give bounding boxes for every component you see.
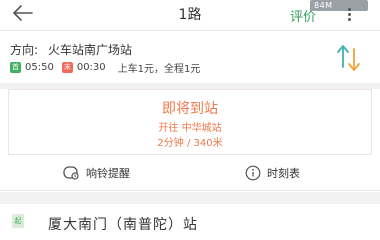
action-bar: 响铃提醒 时刻表 (0, 155, 380, 191)
status-indicator: 84M (310, 0, 368, 11)
service-times: 首 05:50 末 00:30 上车1元，全程1元 (10, 60, 200, 75)
more-dots-icon (347, 8, 351, 11)
more-menu-button[interactable] (344, 6, 354, 26)
direction-line: 方向: 火车站南广场站 (10, 41, 132, 58)
start-stop-badge: 起 (12, 214, 24, 228)
arrival-card: 即将到站 开往 中华城站 2分钟 / 340米 (8, 89, 372, 155)
info-icon (245, 165, 261, 181)
stop-list-item[interactable]: 起 厦大南门（南普陀）站 (0, 204, 380, 240)
last-bus-time: 00:30 (76, 62, 106, 73)
timetable-button[interactable]: 时刻表 (245, 163, 300, 183)
last-bus-badge: 末 (61, 62, 73, 73)
fare-text: 上车1元，全程1元 (117, 64, 201, 75)
bell-reminder-icon (63, 166, 79, 180)
top-bar: 1路 评价 84M (0, 0, 380, 28)
destination-name: 火车站南广场站 (48, 43, 133, 57)
ring-reminder-button[interactable]: 响铃提醒 (62, 163, 130, 183)
arrival-status: 即将到站 (162, 101, 218, 117)
section-gap (0, 192, 380, 204)
stop-name: 厦大南门（南普陀）站 (48, 217, 198, 233)
swap-direction-icon (337, 45, 360, 71)
swap-direction-button[interactable] (334, 41, 364, 75)
timetable-label: 时刻表 (267, 167, 300, 180)
first-bus-badge: 首 (10, 62, 21, 73)
route-info: 方向: 火车站南广场站 首 05:50 末 00:30 上车1元，全程1元 (0, 31, 380, 83)
ring-reminder-label: 响铃提醒 (86, 167, 130, 180)
first-bus-time: 05:50 (25, 62, 54, 73)
direction-label: 方向: (10, 43, 39, 57)
arrival-eta: 2分钟 / 340米 (157, 138, 223, 149)
arrival-heading-to: 开往 中华城站 (158, 123, 222, 134)
